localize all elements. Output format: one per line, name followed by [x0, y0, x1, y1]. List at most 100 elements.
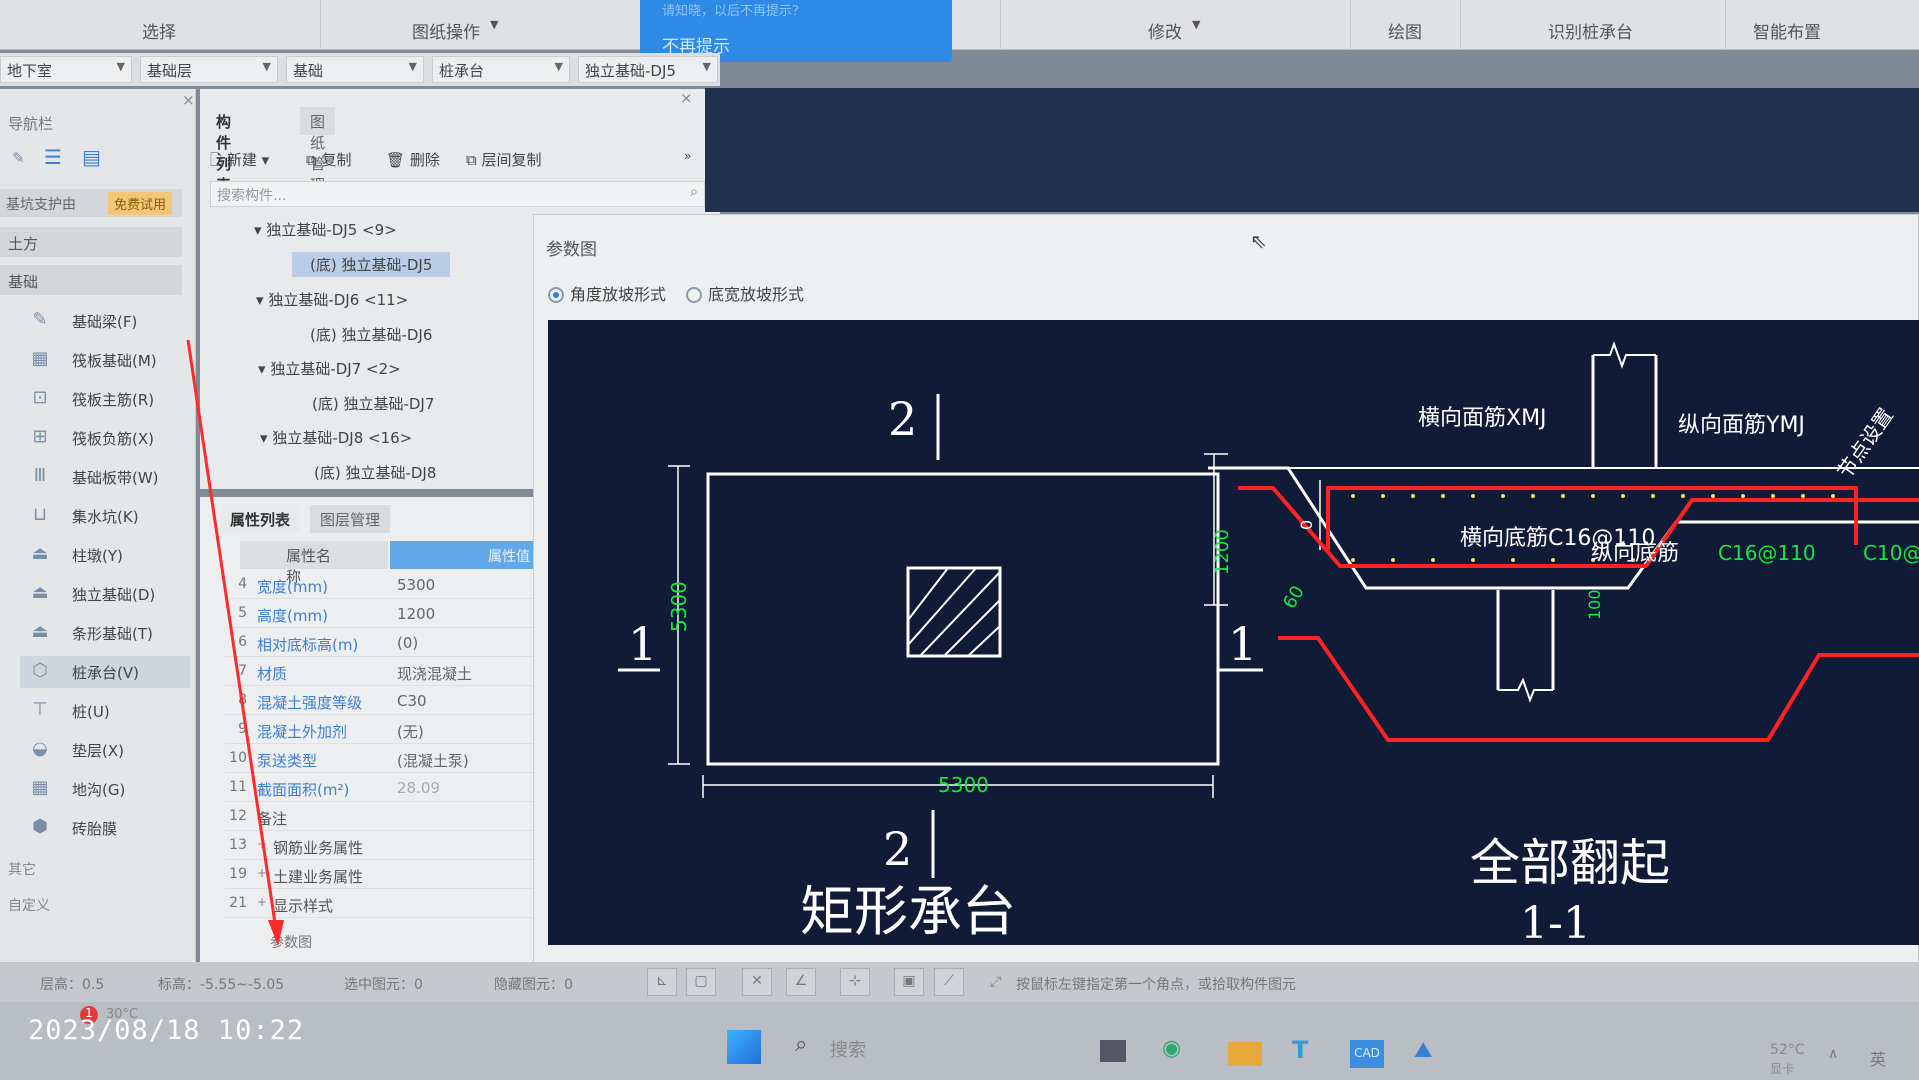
component-select[interactable]: 独立基础-DJ5 ▼	[578, 56, 718, 83]
category-foundation-pit[interactable]: 基坑支护由 免费试用	[0, 189, 182, 217]
delete-button[interactable]: 🗑 删除	[386, 149, 440, 170]
tree-item-dj7[interactable]: (底) 独立基础-DJ7	[312, 393, 434, 414]
nav-item-foundation-strip[interactable]: Ⅲ 基础板带(W)	[20, 461, 190, 493]
nav-item-label: 筏板负筋(X)	[72, 430, 154, 448]
list-view-icon[interactable]: ☰	[44, 145, 62, 169]
status-layer-height: 层高：0.5	[40, 977, 105, 993]
strip-icon: Ⅲ	[33, 465, 47, 486]
ribbon-group-draw[interactable]: 绘图	[1388, 18, 1422, 43]
dim-cover: 0	[1297, 520, 1316, 530]
display-icon[interactable]: ▣	[894, 968, 924, 996]
rect-select-icon[interactable]: ▢	[686, 968, 716, 996]
browser-icon[interactable]: ◉	[1162, 1036, 1181, 1061]
nav-item-label: 独立基础(D)	[72, 586, 156, 604]
angle-icon[interactable]: ∠	[786, 968, 816, 996]
category-label: 土方	[8, 235, 39, 253]
ribbon-group-smart-layout[interactable]: 智能布置	[1753, 18, 1821, 43]
more-icon[interactable]: »	[684, 149, 691, 163]
nav-item-sump[interactable]: ⊔ 集水坑(K)	[20, 500, 190, 532]
tab-drawing-manage[interactable]: 图纸管理	[300, 107, 336, 194]
dim-100: 100	[1585, 589, 1604, 620]
dim-length: 5300	[667, 581, 691, 632]
type-select[interactable]: 基础 ▼	[286, 56, 424, 83]
floor-select[interactable]: 地下室 ▼	[0, 56, 132, 83]
property-value[interactable]: 现浇混凝土	[397, 663, 472, 684]
layer-select[interactable]: 基础层 ▼	[140, 56, 278, 83]
tree-item-dj6[interactable]: (底) 独立基础-DJ6	[310, 324, 432, 345]
trial-badge[interactable]: 免费试用	[108, 192, 173, 215]
radio-angle-slope[interactable]: 角度放坡形式	[548, 281, 666, 305]
status-hidden: 隐藏图元：0	[494, 977, 573, 993]
floor-copy-button[interactable]: ⧉ 层间复制	[466, 149, 542, 170]
label-bottom-bar-v-value: C16@110	[1718, 541, 1816, 565]
component-search-input[interactable]: 搜索构件... ⌕	[210, 181, 705, 207]
tree-item-dj5[interactable]: (底) 独立基础-DJ5	[292, 252, 451, 277]
radio-width-slope[interactable]: 底宽放坡形式	[686, 281, 804, 305]
nav-item-raft-neg-rebar[interactable]: ⊞ 筏板负筋(X)	[20, 422, 190, 454]
ribbon-group-modify[interactable]: 修改	[1148, 18, 1182, 43]
nav-item-isolated-footing[interactable]: ⏏ 独立基础(D)	[20, 578, 190, 610]
chevron-down-icon: ▼	[116, 60, 125, 73]
category-earthwork[interactable]: 土方	[0, 227, 182, 257]
property-value[interactable]: C30	[397, 692, 427, 710]
tab-component-list[interactable]: 构件列表	[206, 107, 242, 194]
ortho-icon[interactable]: ⊾	[647, 968, 677, 996]
property-value[interactable]: (0)	[397, 634, 418, 652]
property-value[interactable]: 5300	[397, 576, 435, 594]
cad-app-icon[interactable]: CAD	[1350, 1040, 1384, 1068]
pin-icon[interactable]: ✎	[12, 149, 25, 167]
new-button[interactable]: 🗋 新建 ▾	[210, 149, 269, 175]
param-diagram-canvas: 2 2 1 1 5300 5300 矩形承台 横向面筋XMJ 纵向面筋YMJ 横…	[548, 320, 1919, 945]
drawing-canvas[interactable]	[705, 88, 1919, 212]
chevron-down-icon[interactable]: ▼	[1192, 18, 1200, 31]
copy-button[interactable]: ⧉ 复制	[306, 149, 352, 170]
nav-item-brick-mold[interactable]: ⬢ 砖胎膜	[20, 812, 190, 844]
detail-view-icon[interactable]: ▤	[82, 145, 101, 169]
property-value[interactable]: (混凝土泵)	[397, 750, 469, 771]
nav-item-label: 条形基础(T)	[72, 625, 153, 643]
tree-item-dj8[interactable]: (底) 独立基础-DJ8	[314, 462, 436, 483]
snap-icon[interactable]: ⊹	[840, 968, 870, 996]
cross-select-icon[interactable]: ✕	[742, 968, 772, 996]
nav-item-strip-footing[interactable]: ⏏ 条形基础(T)	[20, 617, 190, 649]
app-t-icon[interactable]: T	[1292, 1036, 1308, 1064]
tree-group-label: 独立基础-DJ8 <16>	[272, 429, 413, 447]
taskbar-search[interactable]: 搜索	[830, 1036, 866, 1062]
folder-icon[interactable]	[1228, 1042, 1262, 1066]
nav-item-trench[interactable]: ▦ 地沟(G)	[20, 773, 190, 805]
floor-copy-icon: ⧉	[466, 151, 477, 169]
property-value[interactable]: (无)	[397, 721, 424, 742]
layer-select-value: 基础层	[147, 62, 193, 80]
nav-item-column-pier[interactable]: ⏏ 柱墩(Y)	[20, 539, 190, 571]
pit-icon: ⊔	[32, 504, 48, 525]
nav-item-foundation-beam[interactable]: ✎ 基础梁(F)	[20, 305, 190, 337]
input-language[interactable]: 英	[1870, 1046, 1886, 1070]
property-value[interactable]: 1200	[397, 605, 435, 623]
subtype-select-value: 桩承台	[439, 62, 485, 80]
close-icon[interactable]: ×	[680, 89, 693, 107]
search-icon[interactable]: ⌕	[795, 1032, 807, 1057]
category-foundation[interactable]: 基础	[0, 265, 182, 295]
photos-icon[interactable]: ⛰	[1414, 1038, 1432, 1063]
category-others[interactable]: 其它	[8, 859, 36, 879]
nav-item-raft-main-rebar[interactable]: ⊡ 筏板主筋(R)	[20, 383, 190, 415]
category-custom[interactable]: 自定义	[8, 895, 50, 915]
ribbon-group-recognize-pile-cap[interactable]: 识别桩承台	[1548, 18, 1633, 43]
tree-group-dj6[interactable]: ▾ 独立基础-DJ6 <11>	[256, 289, 408, 310]
ribbon-group-drawing-ops[interactable]: 图纸操作	[412, 18, 480, 43]
ribbon-group-select[interactable]: 选择	[142, 18, 176, 43]
file-explorer-icon[interactable]	[1100, 1040, 1126, 1062]
subtype-select[interactable]: 桩承台 ▼	[432, 56, 570, 83]
windows-start-icon[interactable]	[727, 1030, 761, 1064]
chevron-down-icon[interactable]: ▼	[490, 18, 498, 31]
chevron-up-icon[interactable]: ∧	[1828, 1046, 1838, 1062]
close-icon[interactable]: ×	[182, 91, 195, 109]
nav-item-cushion[interactable]: ◒ 垫层(X)	[20, 734, 190, 766]
tree-group-dj5[interactable]: ▾ 独立基础-DJ5 <9>	[254, 219, 397, 240]
search-icon[interactable]: ⌕	[690, 184, 698, 200]
nav-item-raft[interactable]: ▦ 筏板基础(M)	[20, 344, 190, 376]
tab-layer-manage[interactable]: 图层管理	[310, 505, 391, 533]
trace-icon[interactable]: ⟋	[934, 968, 964, 996]
nav-item-pile[interactable]: ⊤ 桩(U)	[20, 695, 190, 727]
nav-item-pile-cap[interactable]: ⬡ 桩承台(V)	[20, 656, 190, 688]
